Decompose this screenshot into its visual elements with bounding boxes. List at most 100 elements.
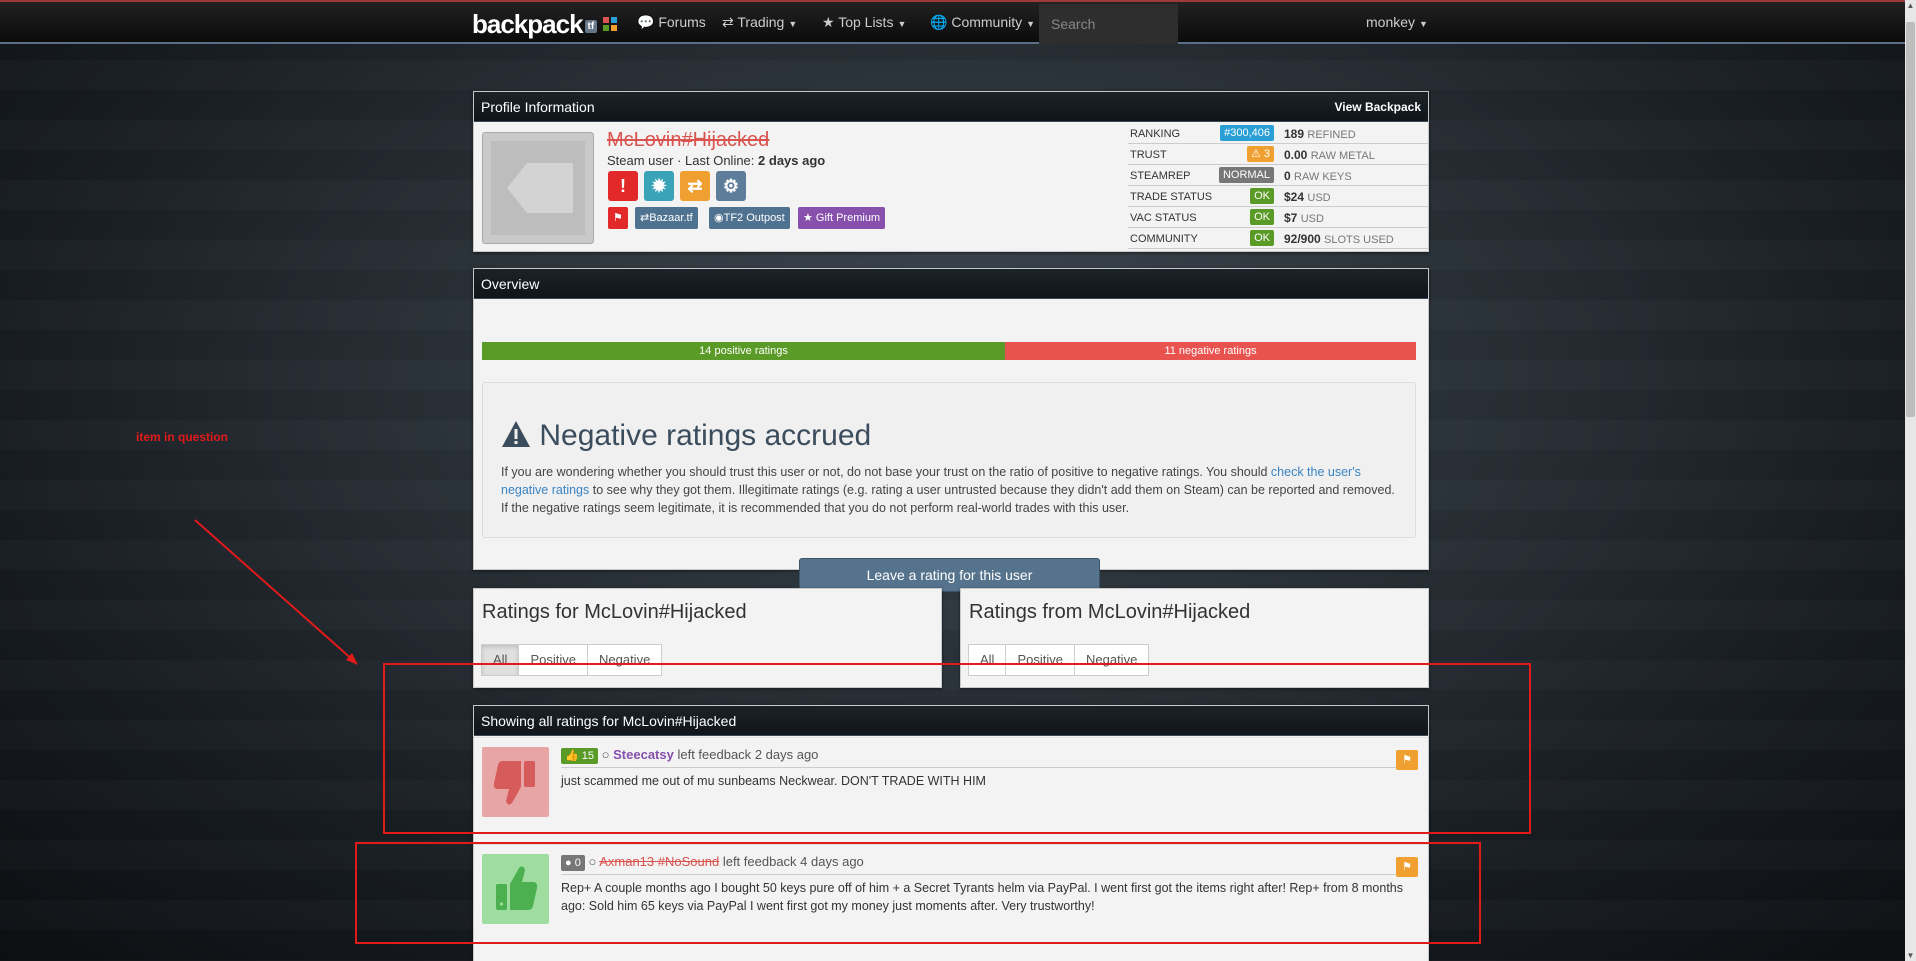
profile-status-line: Steam user · Last Online: 2 days ago [607,153,825,168]
nav-community-label: Community [951,14,1023,30]
stat-value-number: 92/900 [1284,232,1321,246]
overview-heading-title: Overview [481,276,540,292]
overview-panel: Overview 14 positive ratings 11 negative… [473,268,1429,592]
nav-top-lists[interactable]: ★ Top Lists ▼ [822,14,906,31]
stat-row: VAC Status OK $7 USD [1128,207,1428,228]
stat-label: Trade Status [1130,191,1213,203]
gift-premium-label: Gift Premium [815,212,881,224]
nav-forums-label: Forums [658,14,706,30]
stat-value: 0 RAW KEYS [1284,169,1352,183]
stat-value-number: $24 [1284,190,1305,204]
positive-ratings-bar: 14 positive ratings [482,342,1006,360]
stat-value-number: 0.00 [1284,148,1308,162]
scrollbar-thumb[interactable] [1906,22,1915,417]
ratings-from-title: Ratings from McLovin#Hijacked [969,601,1251,623]
scammer-alert-icon[interactable]: ! [608,171,638,201]
annotation-arrow-icon [194,519,358,665]
steam-user-text: Steam user · Last Online: [607,153,755,168]
badge-gear-icon[interactable]: ✹ [644,171,674,201]
stat-row: Trade Status OK $24 USD [1128,186,1428,207]
avatar [482,132,594,244]
stat-value-number: 0 [1284,169,1291,183]
warning-title: Negative ratings accrued [501,419,871,453]
bazaar-tf-button[interactable]: ⇄Bazaar.tf [635,207,698,229]
stat-value-number: $7 [1284,211,1298,225]
stat-value-number: 189 [1284,127,1305,141]
negative-ratings-bar: 11 negative ratings [1005,342,1416,360]
bazaar-tf-label: Bazaar.tf [649,212,693,224]
stat-value: $7 USD [1284,211,1324,225]
stat-value-unit: RAW METAL [1310,150,1375,162]
tf2-outpost-button[interactable]: ◉TF2 Outpost [709,207,790,229]
stat-badge: OK [1250,230,1274,246]
report-flag-icon[interactable]: ⚑ [608,207,628,229]
nav-forums[interactable]: 💬 Forums [637,14,706,31]
stat-row: Steamrep NORMAL 0 RAW KEYS [1128,165,1428,186]
last-online-value: 2 days ago [758,153,826,168]
page-scrollbar[interactable]: ▲ ▼ [1905,0,1916,961]
nav-community[interactable]: 🌐 Community ▼ [930,14,1035,31]
globe-icon: 🌐 [930,14,948,30]
stat-badge: ⚠ 3 [1246,146,1274,162]
star-icon: ★ [822,14,835,30]
scroll-up-icon[interactable]: ▲ [1905,0,1916,11]
scroll-down-icon[interactable]: ▼ [1905,950,1916,961]
user-menu-label: monkey [1366,14,1416,30]
stat-badge: #300,406 [1220,125,1274,141]
comments-icon: 💬 [637,14,655,30]
annotation-label: item in question [136,430,229,444]
profile-body: McLovin#Hijacked Steam user · Last Onlin… [474,123,1428,251]
stat-value: $24 USD [1284,190,1331,204]
overview-body: 14 positive ratings 11 negative ratings … [474,300,1428,592]
profile-username: McLovin#Hijacked [607,129,770,151]
top-navbar: backpack tf 💬 Forums ⇄ Trading ▼ ★ Top Lis… [0,0,1905,44]
default-avatar-icon [491,141,585,235]
stat-label: Community [1130,233,1198,245]
exchange-icon: ⇄ [722,14,734,30]
stat-badge: NORMAL [1218,167,1274,183]
profile-heading: Profile Information View Backpack [474,92,1428,122]
tf2-outpost-label: TF2 Outpost [723,212,785,224]
view-backpack-link[interactable]: View Backpack [1334,92,1421,122]
profile-heading-title: Profile Information [481,99,595,115]
user-menu[interactable]: monkey ▼ [1366,14,1428,30]
stat-label: Steamrep [1130,170,1191,182]
warning-icon [502,421,530,447]
steam-icon[interactable]: ⚙ [716,171,746,201]
brand-logo[interactable]: backpack tf [472,9,598,40]
chevron-down-icon: ▼ [1419,19,1428,29]
avatar-placeholder [491,141,585,235]
stat-value-unit: USD [1307,192,1331,204]
annotation-highlight-box [383,663,1531,834]
stat-row: Trust ⚠ 3 0.00 RAW METAL [1128,144,1428,165]
trade-offer-icon[interactable]: ⇄ [680,171,710,201]
nav-trading-label: Trading [737,14,785,30]
apps-grid-icon[interactable] [603,17,617,31]
gift-premium-button[interactable]: ★ Gift Premium [798,207,886,229]
ratings-progress-bar: 14 positive ratings 11 negative ratings [482,342,1416,360]
leave-rating-button[interactable]: Leave a rating for this user [799,558,1100,592]
stat-value-unit: RAW KEYS [1294,171,1352,183]
stat-label: VAC Status [1130,212,1197,224]
search-input[interactable] [1039,4,1178,44]
stat-row: Ranking #300,406 189 REFINED [1128,123,1428,144]
stat-value: 92/900 SLOTS USED [1284,232,1394,246]
stat-value: 189 REFINED [1284,127,1356,141]
warning-title-text: Negative ratings accrued [539,419,872,452]
warning-text-part1: If you are wondering whether you should … [501,465,1271,479]
chevron-down-icon: ▼ [1026,19,1036,29]
stat-row: Community OK 92/900 SLOTS USED [1128,228,1428,249]
ratings-for-title: Ratings for McLovin#Hijacked [482,601,747,623]
negative-ratings-warning: Negative ratings accrued If you are wond… [482,382,1416,538]
stat-value: 0.00 RAW METAL [1284,148,1375,162]
stat-value-unit: REFINED [1307,129,1356,141]
overview-heading: Overview [474,269,1428,299]
profile-stats-table: Ranking #300,406 189 REFINED Trust ⚠ 3 0.00 R… [1128,123,1428,249]
profile-panel: Profile Information View Backpack McLovi… [473,91,1429,252]
chevron-down-icon: ▼ [788,19,798,29]
warning-text-part2: to see why they got them. Illegitimate r… [501,483,1395,515]
nav-trading[interactable]: ⇄ Trading ▼ [722,14,797,31]
annotation-highlight-box [355,842,1481,944]
chevron-down-icon: ▼ [897,19,907,29]
stat-label: Ranking [1130,128,1181,140]
